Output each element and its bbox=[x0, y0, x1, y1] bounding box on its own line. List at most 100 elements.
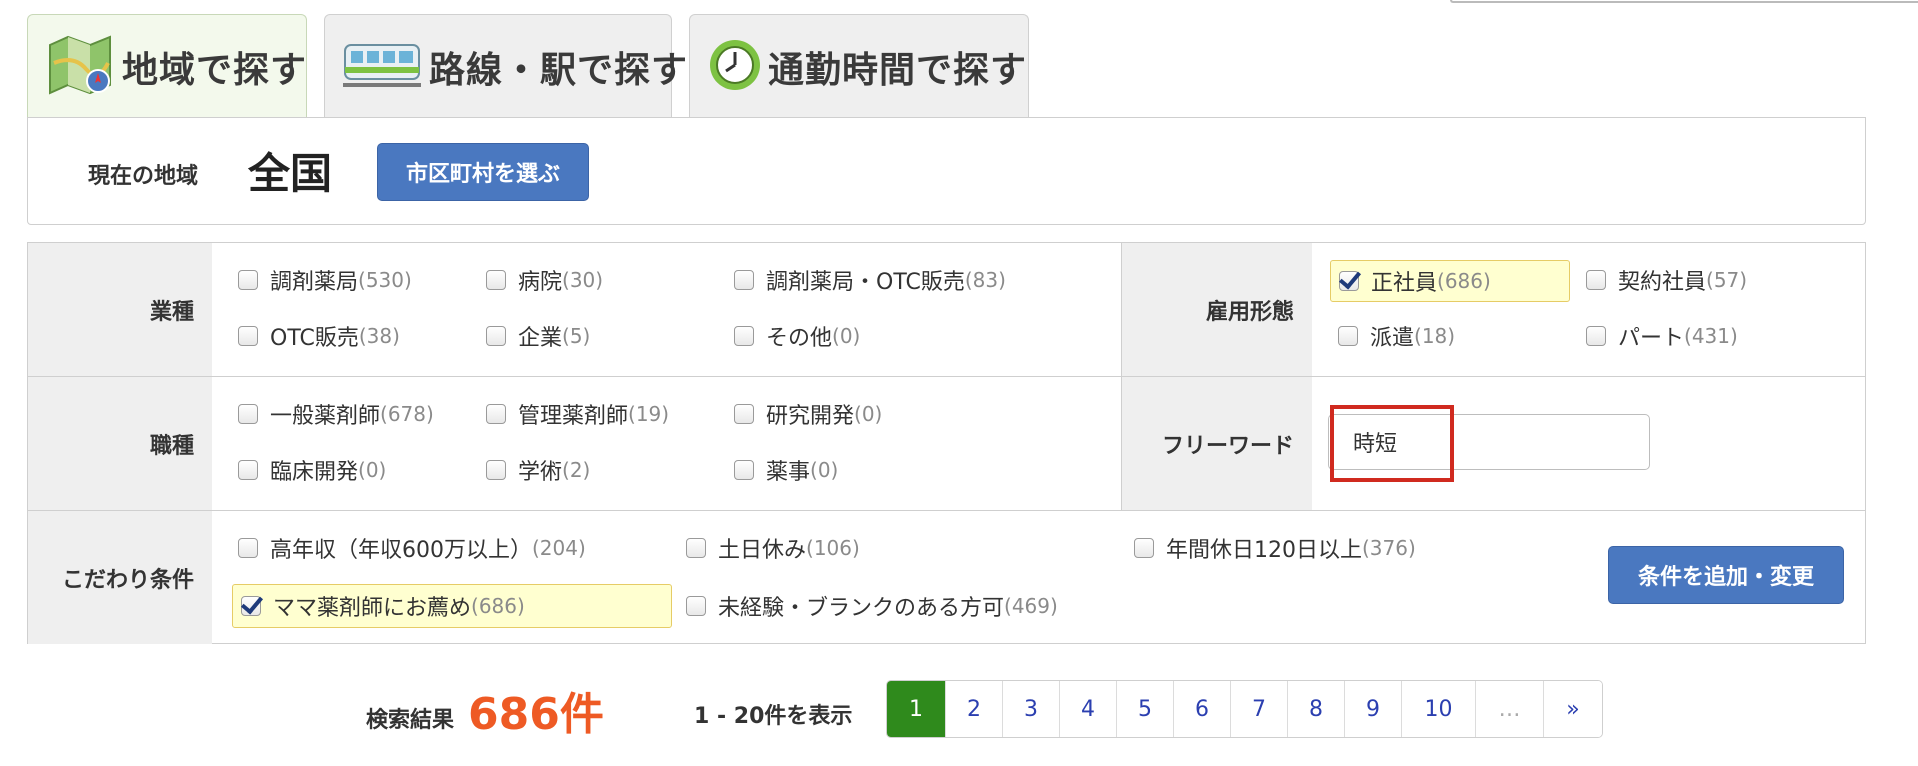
job-type-option[interactable]: 管理薬剤師 (19) bbox=[486, 398, 669, 430]
option-label: 管理薬剤師 bbox=[518, 404, 629, 429]
job-type-header: 職種 bbox=[28, 377, 212, 510]
option-label: 未経験・ブランクのある方可 bbox=[718, 596, 1005, 621]
job-type-option[interactable]: 一般薬剤師 (678) bbox=[238, 398, 434, 430]
condition-option[interactable]: 未経験・ブランクのある方可 (469) bbox=[686, 590, 1058, 622]
checkbox[interactable] bbox=[1338, 326, 1358, 346]
page-2[interactable]: 2 bbox=[946, 681, 1003, 737]
page-4[interactable]: 4 bbox=[1060, 681, 1117, 737]
option-count: (0) bbox=[358, 458, 387, 482]
results-count: 686件 bbox=[468, 689, 604, 740]
option-count: (83) bbox=[964, 268, 1006, 292]
job-type-option[interactable]: 臨床開発 (0) bbox=[238, 454, 386, 486]
option-count: (431) bbox=[1684, 324, 1738, 348]
train-icon bbox=[343, 37, 421, 97]
results-label: 検索結果 bbox=[366, 708, 455, 733]
top-edge-element bbox=[1450, 0, 1918, 3]
freeword-input[interactable] bbox=[1328, 414, 1650, 470]
page-9[interactable]: 9 bbox=[1345, 681, 1402, 737]
option-count: (204) bbox=[532, 536, 586, 560]
employment-option-fulltime[interactable]: 正社員 (686) bbox=[1330, 260, 1570, 302]
checkbox[interactable] bbox=[734, 404, 754, 424]
option-label: 年間休日120日以上 bbox=[1166, 538, 1362, 563]
industry-option[interactable]: 調剤薬局・OTC販売 (83) bbox=[734, 264, 1006, 296]
checkbox[interactable] bbox=[1586, 270, 1606, 290]
checkbox[interactable] bbox=[734, 460, 754, 480]
checkbox[interactable] bbox=[686, 538, 706, 558]
employment-option[interactable]: パート (431) bbox=[1586, 320, 1738, 352]
condition-option[interactable]: 土日休み (106) bbox=[686, 532, 860, 564]
checkbox[interactable] bbox=[1134, 538, 1154, 558]
checkbox[interactable] bbox=[486, 326, 506, 346]
condition-option-mama-pharmacist[interactable]: ママ薬剤師にお薦め (686) bbox=[232, 584, 672, 628]
page-6[interactable]: 6 bbox=[1174, 681, 1231, 737]
industry-option[interactable]: 病院 (30) bbox=[486, 264, 603, 296]
option-label: その他 bbox=[766, 326, 833, 351]
option-count: (38) bbox=[358, 324, 400, 348]
checkbox[interactable] bbox=[734, 326, 754, 346]
job-type-option[interactable]: 薬事 (0) bbox=[734, 454, 838, 486]
option-count: (686) bbox=[1437, 269, 1491, 293]
tab-region[interactable]: 地域で探す bbox=[27, 14, 307, 118]
employment-option[interactable]: 派遣 (18) bbox=[1338, 320, 1455, 352]
checkbox[interactable] bbox=[238, 404, 258, 424]
option-label: 正社員 bbox=[1371, 271, 1438, 296]
checkbox[interactable] bbox=[238, 538, 258, 558]
checkbox[interactable] bbox=[486, 460, 506, 480]
add-change-conditions-button[interactable]: 条件を追加・変更 bbox=[1608, 546, 1844, 604]
checkbox-checked[interactable] bbox=[241, 596, 261, 616]
checkbox[interactable] bbox=[486, 404, 506, 424]
industry-option[interactable]: 企業 (5) bbox=[486, 320, 590, 352]
checkbox[interactable] bbox=[238, 270, 258, 290]
map-icon bbox=[46, 33, 114, 101]
region-label: 現在の地域 bbox=[88, 164, 199, 189]
industry-header: 業種 bbox=[28, 243, 212, 376]
row-divider bbox=[28, 376, 1865, 377]
condition-option[interactable]: 高年収（年収600万以上） (204) bbox=[238, 532, 586, 564]
region-panel: 現在の地域 全国 市区町村を選ぶ bbox=[27, 117, 1866, 225]
page-5[interactable]: 5 bbox=[1117, 681, 1174, 737]
tab-route-station-label: 路線・駅で探す bbox=[429, 49, 689, 91]
checkbox[interactable] bbox=[686, 596, 706, 616]
checkbox[interactable] bbox=[734, 270, 754, 290]
option-label: 臨床開発 bbox=[270, 460, 359, 485]
tab-commute-time[interactable]: 通勤時間で探す bbox=[689, 14, 1029, 118]
checkbox[interactable] bbox=[486, 270, 506, 290]
option-label: 調剤薬局・OTC販売 bbox=[766, 270, 965, 295]
option-count: (30) bbox=[562, 268, 604, 292]
industry-option[interactable]: OTC販売 (38) bbox=[238, 320, 400, 352]
option-label: 企業 bbox=[518, 326, 563, 351]
column-divider bbox=[1121, 243, 1122, 510]
option-count: (469) bbox=[1004, 594, 1058, 618]
option-label: 派遣 bbox=[1370, 326, 1415, 351]
next-page-button[interactable]: » bbox=[1544, 681, 1602, 737]
page-10[interactable]: 10 bbox=[1402, 681, 1476, 737]
page-1[interactable]: 1 bbox=[887, 681, 946, 737]
page-8[interactable]: 8 bbox=[1288, 681, 1345, 737]
option-label: 土日休み bbox=[718, 538, 807, 563]
checkbox-checked[interactable] bbox=[1339, 271, 1359, 291]
option-count: (0) bbox=[832, 324, 861, 348]
condition-option[interactable]: 年間休日120日以上 (376) bbox=[1134, 532, 1416, 564]
checkbox[interactable] bbox=[238, 460, 258, 480]
select-city-button[interactable]: 市区町村を選ぶ bbox=[377, 143, 589, 201]
option-label: 一般薬剤師 bbox=[270, 404, 381, 429]
employment-option[interactable]: 契約社員 (57) bbox=[1586, 264, 1747, 296]
page-7[interactable]: 7 bbox=[1231, 681, 1288, 737]
row-divider bbox=[28, 510, 1865, 511]
option-count: (0) bbox=[854, 402, 883, 426]
job-type-option[interactable]: 学術 (2) bbox=[486, 454, 590, 486]
option-count: (57) bbox=[1706, 268, 1748, 292]
checkbox[interactable] bbox=[1586, 326, 1606, 346]
industry-option[interactable]: 調剤薬局 (530) bbox=[238, 264, 412, 296]
job-type-option[interactable]: 研究開発 (0) bbox=[734, 398, 882, 430]
tab-route-station[interactable]: 路線・駅で探す bbox=[324, 14, 687, 118]
checkbox[interactable] bbox=[238, 326, 258, 346]
page-3[interactable]: 3 bbox=[1003, 681, 1060, 737]
option-label: パート bbox=[1618, 326, 1685, 351]
option-count: (686) bbox=[471, 594, 525, 618]
option-label: 調剤薬局 bbox=[270, 270, 359, 295]
industry-option[interactable]: その他 (0) bbox=[734, 320, 860, 352]
option-label: 病院 bbox=[518, 270, 563, 295]
region-value: 全国 bbox=[248, 149, 333, 198]
results-range: 1 - 20件を表示 bbox=[694, 704, 853, 729]
